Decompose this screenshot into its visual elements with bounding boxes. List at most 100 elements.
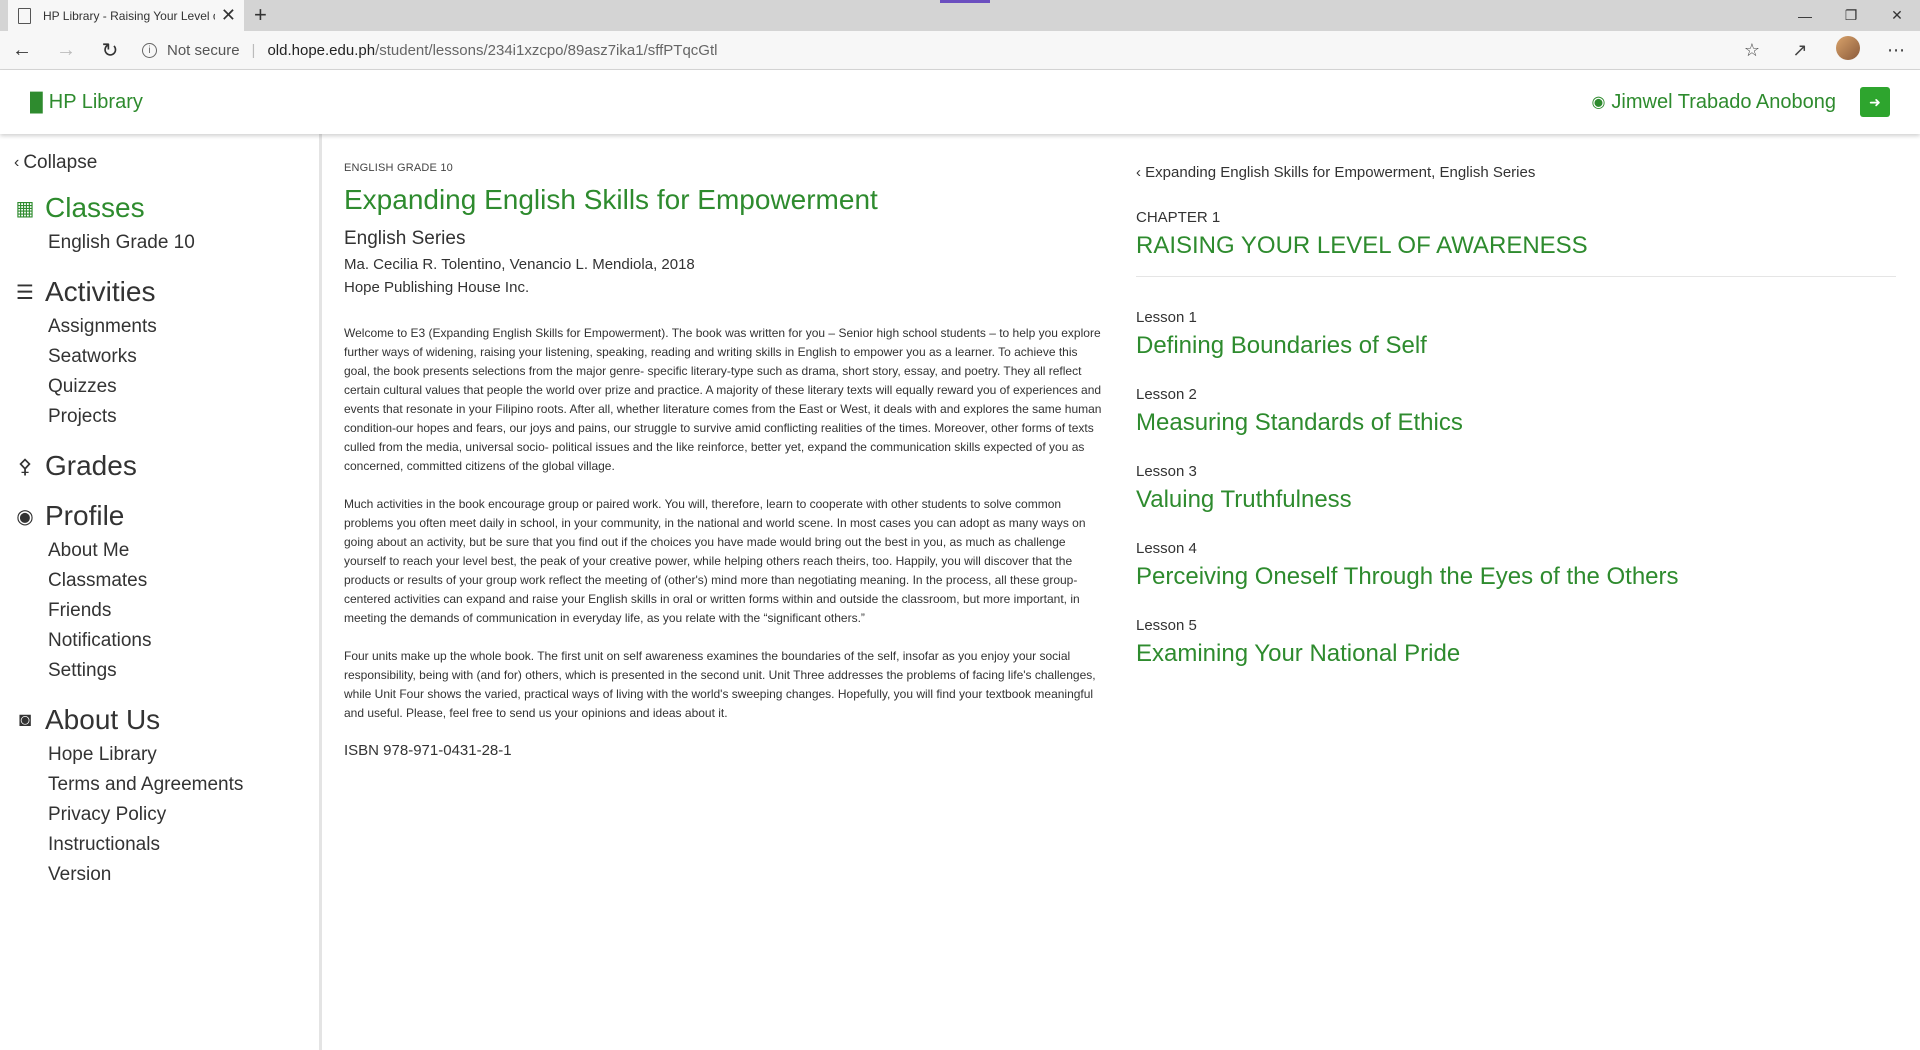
nav-section-classes: ▦ Classes English Grade 10 <box>0 192 319 258</box>
lesson-link[interactable]: Examining Your National Pride <box>1136 640 1896 668</box>
sidebar-item-english-grade-10[interactable]: English Grade 10 <box>48 228 319 258</box>
main-area: ‹ Collapse ▦ Classes English Grade 10 ☰ … <box>0 134 1920 1050</box>
back-arrow-icon[interactable]: ← <box>0 39 44 62</box>
favorite-star-icon[interactable]: ☆ <box>1728 40 1776 61</box>
nav-heading-label: Classes <box>45 192 145 223</box>
book-isbn: ISBN 978-971-0431-28-1 <box>344 742 512 759</box>
logout-button[interactable]: ➜ <box>1860 87 1890 117</box>
brand-link[interactable]: █ HP Library <box>30 91 143 114</box>
book-info: ENGLISH GRADE 10 Expanding English Skill… <box>344 162 1106 1050</box>
back-link-label: Expanding English Skills for Empowerment… <box>1145 164 1536 181</box>
lesson-number: Lesson 3 <box>1136 463 1197 480</box>
more-menu-icon[interactable]: ⋯ <box>1872 40 1920 61</box>
list-item: Lesson 3 Valuing Truthfulness <box>1136 463 1896 514</box>
chevron-left-icon: ‹ <box>1136 164 1141 181</box>
collapse-label: Collapse <box>23 152 98 173</box>
nav-heading-label: Profile <box>45 500 125 531</box>
nav-section-grades: ⚴ Grades <box>0 450 319 482</box>
book-grade: ENGLISH GRADE 10 <box>344 162 453 174</box>
url-field[interactable]: i Not secure | old.hope.edu.ph/student/l… <box>142 42 717 59</box>
sidebar-item-friends[interactable]: Friends <box>48 596 319 626</box>
close-window-icon[interactable]: ✕ <box>1874 0 1920 31</box>
description-paragraph: Four units make up the whole book. The f… <box>344 649 1096 720</box>
brand-name: HP Library <box>48 90 143 113</box>
nav-heading-grades[interactable]: ⚴ Grades <box>14 450 319 482</box>
sidebar-item-assignments[interactable]: Assignments <box>48 312 319 342</box>
profile-avatar[interactable] <box>1824 36 1872 65</box>
browser-tab[interactable]: HP Library - Raising Your Level of Aware… <box>8 0 244 31</box>
list-item: Lesson 2 Measuring Standards of Ethics <box>1136 386 1896 437</box>
forward-arrow-icon[interactable]: → <box>44 39 88 62</box>
book-series: English Series <box>344 228 466 249</box>
new-tab-button[interactable]: + <box>254 2 267 28</box>
nav-heading-label: Activities <box>45 276 156 307</box>
toolbar-right: ☆ ↗ ⋯ <box>1728 31 1920 70</box>
trophy-icon: ⚴ <box>17 455 33 478</box>
user-name: Jimwel Trabado Anobong <box>1611 90 1836 113</box>
book-authors: Ma. Cecilia R. Tolentino, Venancio L. Me… <box>344 256 695 273</box>
book-description: Welcome to E3 (Expanding English Skills … <box>344 324 1106 723</box>
collapse-button[interactable]: ‹ Collapse <box>14 152 319 174</box>
users-circle-icon: ◙ <box>18 708 32 731</box>
sidebar-item-quizzes[interactable]: Quizzes <box>48 372 319 402</box>
info-icon[interactable]: i <box>142 42 157 58</box>
sidebar-item-projects[interactable]: Projects <box>48 402 319 432</box>
back-to-book-link[interactable]: ‹ Expanding English Skills for Empowerme… <box>1136 164 1896 181</box>
lesson-list: Lesson 1 Defining Boundaries of Self Les… <box>1136 309 1896 668</box>
nav-section-activities: ☰ Activities Assignments Seatworks Quizz… <box>0 276 319 432</box>
description-paragraph: Much activities in the book encourage gr… <box>344 497 1086 625</box>
sidebar-item-about-me[interactable]: About Me <box>48 536 319 566</box>
nav-section-profile: ◉ Profile About Me Classmates Friends No… <box>0 500 319 686</box>
user-circle-icon: ◉ <box>16 505 34 528</box>
user-circle-icon: ◉ <box>1591 94 1606 111</box>
nav-heading-label: Grades <box>45 450 137 481</box>
chapter-number: CHAPTER 1 <box>1136 209 1221 226</box>
app-header: █ HP Library ◉ Jimwel Trabado Anobong ➜ <box>0 70 1920 134</box>
list-icon: ☰ <box>16 281 34 304</box>
share-icon[interactable]: ↗ <box>1776 40 1824 61</box>
list-item: Lesson 1 Defining Boundaries of Self <box>1136 309 1896 360</box>
book-title: Expanding English Skills for Empowerment <box>344 184 878 215</box>
sidebar-item-instructionals[interactable]: Instructionals <box>48 830 319 860</box>
user-profile-link[interactable]: ◉ Jimwel Trabado Anobong <box>1591 91 1836 114</box>
close-tab-icon[interactable]: ✕ <box>221 5 236 26</box>
nav-section-about-us: ◙ About Us Hope Library Terms and Agreem… <box>0 704 319 890</box>
lesson-link[interactable]: Perceiving Oneself Through the Eyes of t… <box>1136 563 1896 591</box>
page-icon <box>18 7 31 24</box>
book-icon: █ <box>30 91 43 112</box>
nav-heading-about-us[interactable]: ◙ About Us <box>14 704 319 736</box>
list-item: Lesson 5 Examining Your National Pride <box>1136 617 1896 668</box>
lesson-number: Lesson 4 <box>1136 540 1197 557</box>
browser-tab-bar: HP Library - Raising Your Level of Aware… <box>0 0 1920 31</box>
sidebar-item-settings[interactable]: Settings <box>48 656 319 686</box>
sidebar-item-classmates[interactable]: Classmates <box>48 566 319 596</box>
description-paragraph: Welcome to E3 (Expanding English Skills … <box>344 326 1102 473</box>
lesson-number: Lesson 5 <box>1136 617 1197 634</box>
sidebar-item-privacy-policy[interactable]: Privacy Policy <box>48 800 319 830</box>
url-domain: old.hope.edu.ph <box>267 41 376 59</box>
address-bar: ← → ↻ i Not secure | old.hope.edu.ph/stu… <box>0 31 1920 70</box>
restore-icon[interactable]: ❐ <box>1828 0 1874 31</box>
lesson-link[interactable]: Valuing Truthfulness <box>1136 486 1896 514</box>
nav-heading-profile[interactable]: ◉ Profile <box>14 500 319 532</box>
content-area: ENGLISH GRADE 10 Expanding English Skill… <box>322 134 1920 1050</box>
lesson-link[interactable]: Defining Boundaries of Self <box>1136 332 1896 360</box>
sidebar-item-seatworks[interactable]: Seatworks <box>48 342 319 372</box>
url-separator: | <box>251 41 256 59</box>
sidebar-item-terms[interactable]: Terms and Agreements <box>48 770 319 800</box>
sidebar: ‹ Collapse ▦ Classes English Grade 10 ☰ … <box>0 134 322 1050</box>
tab-title: HP Library - Raising Your Level of Aware… <box>43 8 215 23</box>
chapter-title: RAISING YOUR LEVEL OF AWARENESS <box>1136 232 1896 277</box>
list-item: Lesson 4 Perceiving Oneself Through the … <box>1136 540 1896 591</box>
nav-heading-activities[interactable]: ☰ Activities <box>14 276 319 308</box>
url-path: /student/lessons/234i1xzcpo/89asz7ika1/s… <box>375 41 718 59</box>
lesson-link[interactable]: Measuring Standards of Ethics <box>1136 409 1896 437</box>
minimize-icon[interactable]: — <box>1782 0 1828 31</box>
sidebar-item-hope-library[interactable]: Hope Library <box>48 740 319 770</box>
nav-heading-classes[interactable]: ▦ Classes <box>14 192 319 224</box>
book-open-icon: ▦ <box>15 197 35 220</box>
refresh-icon[interactable]: ↻ <box>88 38 132 63</box>
sidebar-item-notifications[interactable]: Notifications <box>48 626 319 656</box>
sidebar-item-version[interactable]: Version <box>48 860 319 890</box>
tab-strip-indicator <box>940 0 990 3</box>
